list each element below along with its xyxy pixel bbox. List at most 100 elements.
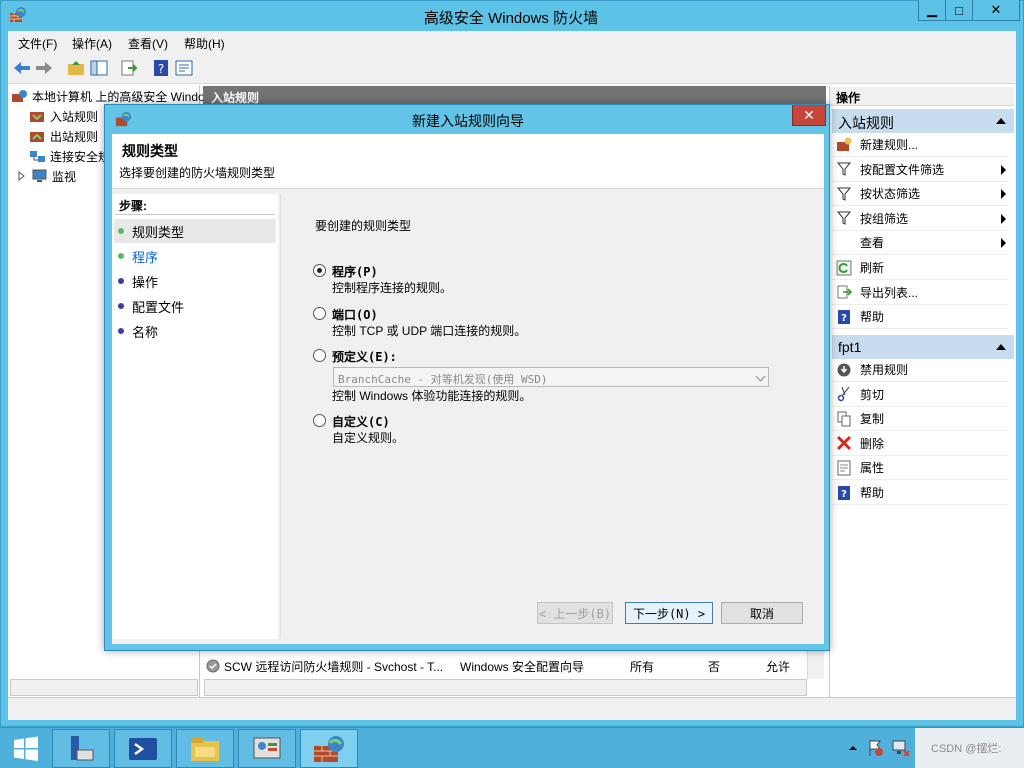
submenu-arrow-icon bbox=[1001, 164, 1006, 175]
predefined-dropdown[interactable]: BranchCache - 对等机发现(使用 WSD) bbox=[333, 367, 769, 387]
rule-name: SCW 远程访问防火墙规则 - Svchost - T... bbox=[224, 659, 444, 674]
submenu-arrow-icon bbox=[1001, 213, 1006, 224]
taskbar-control-panel[interactable] bbox=[238, 729, 296, 768]
actions-section-fpt1[interactable]: fpt1 bbox=[832, 335, 1014, 359]
tree-horizontal-scrollbar[interactable] bbox=[10, 679, 198, 696]
taskbar-explorer[interactable] bbox=[176, 729, 234, 768]
action-item[interactable]: 删除 bbox=[832, 432, 1008, 456]
taskbar bbox=[0, 727, 1024, 768]
new-inbound-rule-wizard: 新建入站规则向导 ✕ 规则类型 选择要创建的防火墙规则类型 步骤: 规则类型 程序… bbox=[104, 104, 830, 651]
tree-item-outbound[interactable]: 出站规则 bbox=[30, 126, 98, 146]
option-label: 程序(P) bbox=[332, 265, 378, 279]
windows-logo-icon bbox=[14, 736, 38, 761]
action-item[interactable]: 查看 bbox=[832, 231, 1008, 256]
action-item[interactable]: 导出列表... bbox=[832, 281, 1008, 305]
action-item[interactable]: 禁用规则 bbox=[832, 358, 1008, 382]
action-item[interactable]: 按组筛选 bbox=[832, 207, 1008, 231]
back-arrow-icon[interactable] bbox=[12, 58, 32, 78]
show-hide-tree-icon[interactable] bbox=[89, 58, 109, 78]
step-label: 程序 bbox=[132, 249, 159, 265]
center-horizontal-scrollbar[interactable] bbox=[204, 679, 807, 696]
action-item[interactable]: 复制 bbox=[832, 407, 1008, 432]
wizard-close-button[interactable]: ✕ bbox=[792, 105, 826, 126]
radio-program[interactable] bbox=[313, 264, 326, 277]
action-item[interactable]: 新建规则... bbox=[832, 133, 1008, 157]
action-item-label: 删除 bbox=[860, 436, 885, 451]
action-item[interactable]: 按配置文件筛选 bbox=[832, 158, 1008, 182]
server-manager-icon bbox=[71, 735, 94, 760]
option-label: 自定义(C) bbox=[332, 415, 390, 429]
close-button[interactable]: ✕ bbox=[972, 0, 1020, 21]
action-item[interactable]: 按状态筛选 bbox=[832, 182, 1008, 207]
action-item[interactable]: 属性 bbox=[832, 456, 1008, 481]
radio-port[interactable] bbox=[313, 307, 326, 320]
taskbar-powershell[interactable] bbox=[114, 729, 172, 768]
step-label: 配置文件 bbox=[132, 299, 185, 315]
taskbar-firewall[interactable] bbox=[300, 729, 358, 768]
option-description: 控制 TCP 或 UDP 端口连接的规则。 bbox=[332, 324, 527, 338]
step-dot-icon bbox=[118, 253, 124, 259]
action-center-flag-icon[interactable] bbox=[868, 739, 884, 757]
svg-text:?: ? bbox=[158, 62, 164, 76]
tray-expand-icon[interactable] bbox=[848, 743, 858, 753]
action-item-label: 剪切 bbox=[860, 387, 885, 402]
action-item[interactable]: ? 帮助 bbox=[832, 481, 1008, 505]
taskbar-server-manager[interactable] bbox=[52, 729, 110, 768]
radio-predefined[interactable] bbox=[313, 349, 326, 362]
rule-disabled-icon bbox=[206, 659, 220, 673]
step-dot-icon bbox=[118, 278, 124, 284]
menu-action[interactable]: 操作(A) bbox=[72, 35, 112, 52]
tree-item-monitor[interactable]: 监视 bbox=[18, 166, 76, 186]
action-item-label: 帮助 bbox=[860, 486, 885, 500]
export-icon bbox=[836, 284, 852, 300]
expand-arrow-icon[interactable] bbox=[18, 171, 26, 181]
export-icon[interactable] bbox=[119, 58, 139, 78]
action-item[interactable]: 剪切 bbox=[832, 383, 1008, 407]
control-panel-icon bbox=[253, 737, 281, 758]
chevron-down-icon bbox=[755, 371, 766, 382]
folder-icon bbox=[191, 737, 219, 761]
action-item-label: 复制 bbox=[860, 412, 885, 427]
title-bar[interactable]: 高级安全 Windows 防火墙 ▁ □ ✕ bbox=[0, 0, 1022, 31]
action-item[interactable]: ? 帮助 bbox=[832, 305, 1008, 330]
rule-enabled: 否 bbox=[708, 659, 721, 674]
table-row[interactable]: SCW 远程访问防火墙规则 - Svchost - T... Windows 安… bbox=[206, 655, 806, 677]
network-icon[interactable] bbox=[892, 739, 910, 757]
tree-item-label: 出站规则 bbox=[50, 129, 99, 144]
collapse-arrow-icon[interactable] bbox=[996, 118, 1006, 124]
menu-file[interactable]: 文件(F) bbox=[18, 35, 57, 52]
start-button[interactable] bbox=[0, 728, 52, 768]
steps-divider bbox=[115, 214, 275, 215]
action-item-label: 按组筛选 bbox=[860, 211, 909, 226]
tree-item-inbound[interactable]: 入站规则 bbox=[30, 106, 98, 126]
rule-group: Windows 安全配置向导 bbox=[460, 659, 585, 674]
step-dot-icon bbox=[118, 303, 124, 309]
radio-custom[interactable] bbox=[313, 414, 326, 427]
forward-arrow-icon[interactable] bbox=[34, 58, 54, 78]
help-icon[interactable]: ? bbox=[151, 58, 171, 78]
action-item-label: 导出列表... bbox=[860, 285, 919, 300]
cancel-button[interactable]: 取消 bbox=[721, 602, 803, 624]
minimize-button[interactable]: ▁ bbox=[918, 0, 946, 21]
menu-view[interactable]: 查看(V) bbox=[128, 35, 168, 52]
firewall-icon bbox=[314, 735, 344, 762]
action-item-label: 禁用规则 bbox=[860, 363, 909, 377]
connection-security-icon bbox=[30, 151, 45, 162]
properties-icon[interactable] bbox=[174, 58, 194, 78]
up-folder-icon[interactable] bbox=[66, 58, 86, 78]
tree-root[interactable]: 本地计算机 上的高级安全 Windows bbox=[12, 86, 219, 106]
next-button[interactable]: 下一步(N) > bbox=[625, 602, 713, 624]
step-item: 配置文件 bbox=[114, 294, 276, 318]
actions-section-inbound[interactable]: 入站规则 bbox=[832, 109, 1014, 133]
maximize-button[interactable]: □ bbox=[945, 0, 973, 21]
step-item[interactable]: 程序 bbox=[114, 244, 276, 268]
action-item-label: 查看 bbox=[860, 236, 885, 251]
back-button[interactable]: < 上一步(B) bbox=[537, 602, 613, 624]
help-icon: ? bbox=[836, 485, 852, 501]
menu-help[interactable]: 帮助(H) bbox=[184, 35, 225, 52]
rule-action: 允许 bbox=[766, 659, 791, 674]
section-label: fpt1 bbox=[838, 339, 862, 355]
collapse-arrow-icon[interactable] bbox=[996, 344, 1006, 350]
firewall-icon bbox=[12, 90, 27, 102]
action-item[interactable]: 刷新 bbox=[832, 256, 1008, 280]
